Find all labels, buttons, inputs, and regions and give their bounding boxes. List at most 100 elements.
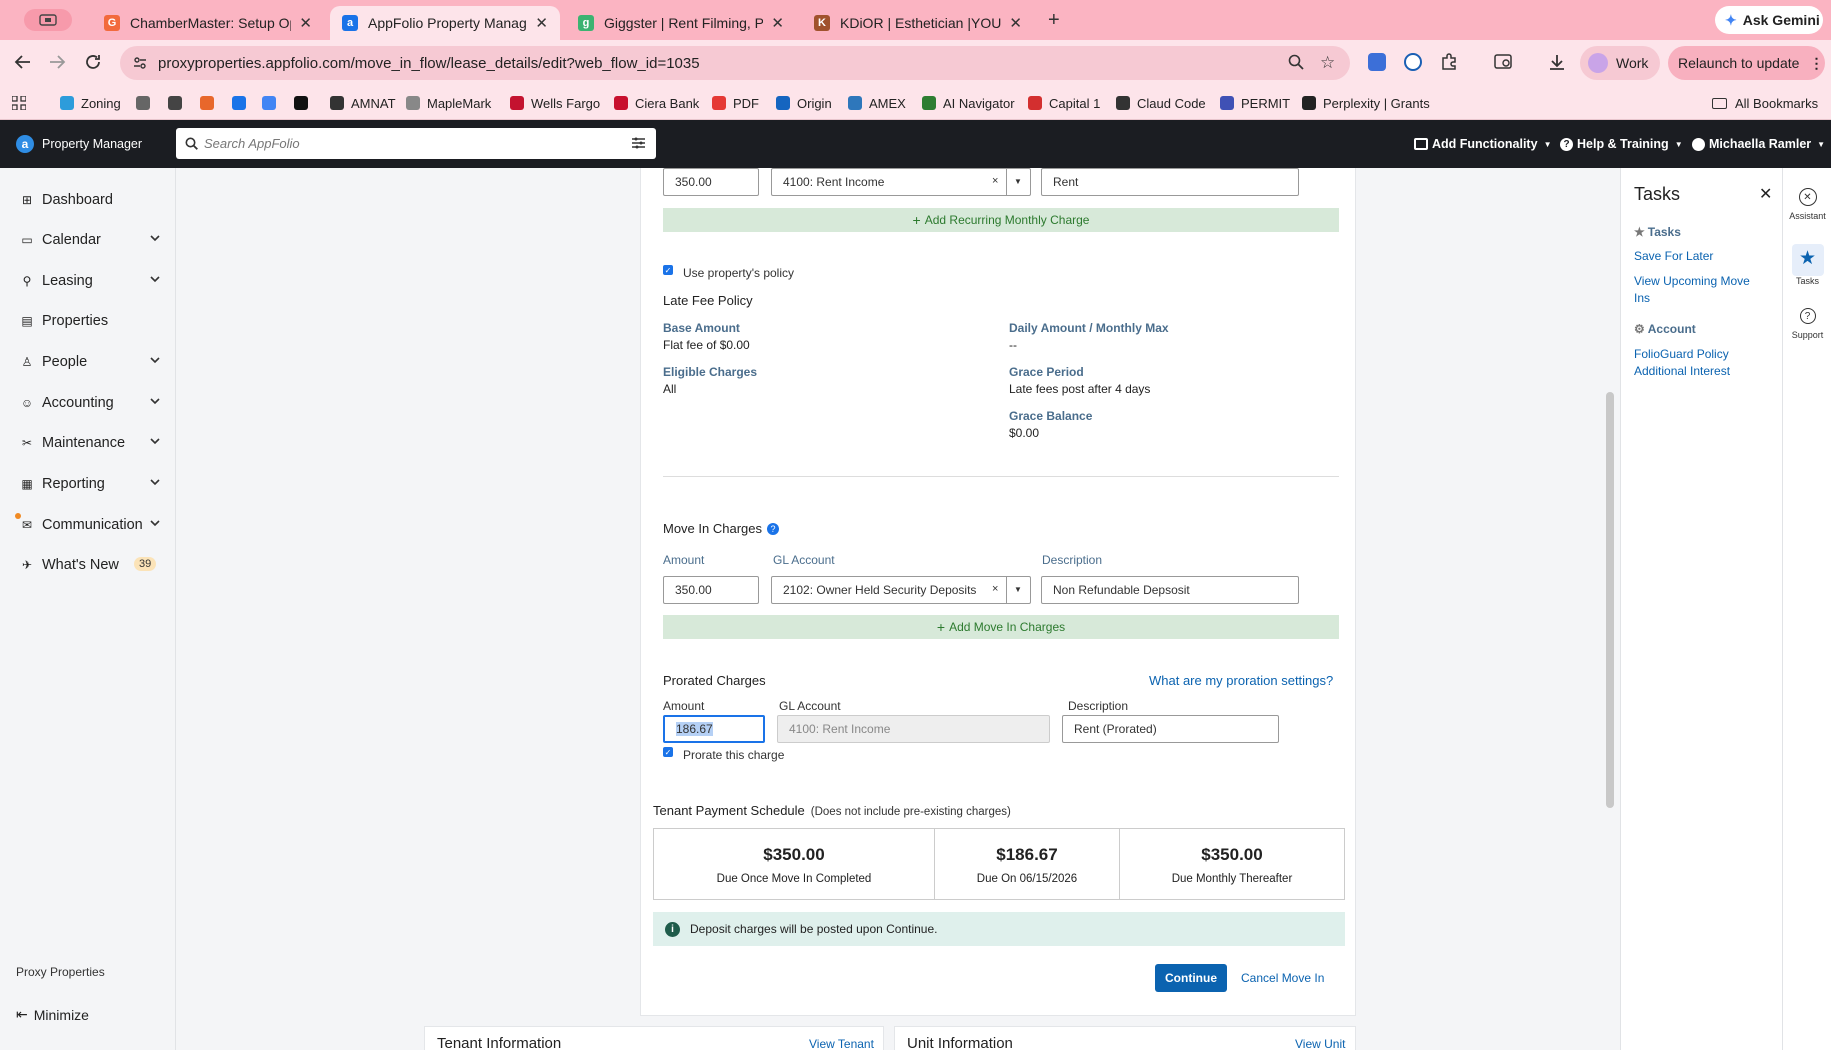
- work-profile-button[interactable]: Work: [1580, 46, 1660, 80]
- tab-search-icon[interactable]: [1494, 53, 1514, 71]
- sidebar-item-reporting[interactable]: ▦ Reporting: [0, 466, 176, 502]
- close-icon[interactable]: ✕: [1009, 14, 1022, 32]
- add-move-in-charge-button[interactable]: + Add Move In Charges: [663, 615, 1339, 639]
- recurring-amount-input[interactable]: 350.00: [663, 168, 759, 196]
- page-scrollbar-thumb[interactable]: [1606, 392, 1614, 808]
- bookmark-item[interactable]: Capital 1: [1028, 86, 1100, 120]
- sidebar-item-dashboard[interactable]: ⊞ Dashboard: [0, 182, 176, 218]
- sidebar-item-communication[interactable]: ✉ Communication: [0, 507, 176, 543]
- bookmark-item[interactable]: Zoning: [60, 86, 121, 120]
- new-tab-plus-icon[interactable]: +: [1048, 9, 1060, 32]
- clear-x-icon[interactable]: ×: [992, 175, 998, 187]
- bookmark-item[interactable]: AI Navigator: [922, 86, 1015, 120]
- bookmark-item[interactable]: [262, 86, 283, 120]
- bookmark-item[interactable]: [232, 86, 253, 120]
- bookmark-item[interactable]: [294, 86, 315, 120]
- caret-down-icon[interactable]: ▼: [1014, 177, 1022, 186]
- ask-gemini-button[interactable]: ✦ Ask Gemini: [1715, 6, 1823, 34]
- prorate-checkbox[interactable]: ✓: [663, 747, 673, 757]
- sidebar-item-properties[interactable]: ▤ Properties: [0, 303, 176, 339]
- close-icon[interactable]: ✕: [771, 14, 784, 32]
- support-button[interactable]: ? Support: [1783, 308, 1831, 340]
- prorated-amount-input[interactable]: 186.67: [663, 715, 765, 743]
- clear-x-icon[interactable]: ×: [992, 583, 998, 595]
- password-manager-icon[interactable]: [1404, 53, 1422, 71]
- extensions-puzzle-icon[interactable]: [1440, 53, 1458, 71]
- recurring-gl-select[interactable]: 4100: Rent Income × ▼: [771, 168, 1031, 196]
- zoom-icon[interactable]: [1288, 54, 1304, 70]
- sidebar-item-people[interactable]: ♙ People: [0, 344, 176, 380]
- extension-icon[interactable]: [1368, 53, 1386, 71]
- close-icon[interactable]: ✕: [299, 14, 312, 32]
- move-in-description-input[interactable]: Non Refundable Depsosit: [1041, 576, 1299, 604]
- tab-appfolio[interactable]: a AppFolio Property Manager ✕: [330, 6, 560, 40]
- close-icon[interactable]: ✕: [1759, 184, 1772, 204]
- chevron-down-icon[interactable]: [150, 398, 160, 405]
- sidebar-item-accounting[interactable]: ☺ Accounting: [0, 385, 176, 421]
- bookmark-item[interactable]: AMNAT: [330, 86, 396, 120]
- bookmark-item[interactable]: Claud Code: [1116, 86, 1206, 120]
- bookmark-item[interactable]: Ciera Bank: [614, 86, 699, 120]
- address-bar[interactable]: proxyproperties.appfolio.com/move_in_flo…: [120, 46, 1350, 80]
- chevron-down-icon[interactable]: [150, 479, 160, 486]
- bookmark-item[interactable]: [136, 86, 157, 120]
- kebab-menu-icon[interactable]: ⋮: [1809, 55, 1823, 72]
- forward-arrow-icon[interactable]: [48, 53, 66, 71]
- bookmark-item[interactable]: MapleMark: [406, 86, 491, 120]
- apps-grid-icon[interactable]: [12, 96, 26, 110]
- sidebar-item-calendar[interactable]: ▭ Calendar: [0, 222, 176, 258]
- view-tenant-link[interactable]: View Tenant: [809, 1037, 874, 1050]
- tab-kdior[interactable]: K KDiOR | Esthetician |YOU DEF ✕: [802, 6, 1034, 40]
- add-recurring-charge-button[interactable]: + Add Recurring Monthly Charge: [663, 208, 1339, 232]
- site-info-icon[interactable]: [132, 55, 148, 71]
- help-circle-icon[interactable]: ?: [767, 522, 779, 535]
- cancel-move-in-link[interactable]: Cancel Move In: [1241, 971, 1324, 985]
- tab-giggster[interactable]: g Giggster | Rent Filming, Photo ✕: [566, 6, 796, 40]
- global-search-input[interactable]: Search AppFolio: [176, 128, 656, 159]
- chevron-down-icon[interactable]: [150, 438, 160, 445]
- bookmark-item[interactable]: AMEX: [848, 86, 906, 120]
- sidebar-item-what-s-new[interactable]: ✈ What's New 39: [0, 547, 176, 583]
- close-icon[interactable]: ✕: [535, 14, 548, 32]
- tab-chambermaster[interactable]: G ChamberMaster: Setup Optio ✕: [92, 6, 324, 40]
- bookmark-item[interactable]: Perplexity | Grants: [1302, 86, 1430, 120]
- save-for-later-link[interactable]: Save For Later: [1634, 249, 1713, 263]
- prorated-description-input[interactable]: Rent (Prorated): [1062, 715, 1279, 743]
- bookmark-item[interactable]: [168, 86, 189, 120]
- sidebar-item-maintenance[interactable]: ✂ Maintenance: [0, 425, 176, 461]
- minimize-button[interactable]: ⇤ Minimize: [16, 1006, 89, 1023]
- view-unit-link[interactable]: View Unit: [1295, 1037, 1345, 1050]
- bookmark-item[interactable]: Origin: [776, 86, 832, 120]
- proration-settings-link[interactable]: What are my proration settings?: [1149, 673, 1333, 688]
- tasks-rail-button[interactable]: ★ Tasks: [1783, 248, 1831, 286]
- recurring-description-input[interactable]: Rent: [1041, 168, 1299, 196]
- bookmark-item[interactable]: Wells Fargo: [510, 86, 600, 120]
- caret-down-icon[interactable]: ▼: [1014, 585, 1022, 594]
- add-functionality-menu[interactable]: Add Functionality ▼: [1414, 120, 1551, 168]
- move-in-gl-select[interactable]: 2102: Owner Held Security Deposits × ▼: [771, 576, 1031, 604]
- back-arrow-icon[interactable]: [14, 53, 32, 71]
- profile-switcher[interactable]: [24, 9, 72, 31]
- bookmark-item[interactable]: [200, 86, 221, 120]
- reload-icon[interactable]: [84, 53, 102, 71]
- chevron-down-icon[interactable]: [150, 357, 160, 364]
- continue-button[interactable]: Continue: [1155, 964, 1227, 992]
- view-upcoming-move-ins-link[interactable]: View Upcoming Move Ins: [1634, 273, 1764, 307]
- all-bookmarks-folder[interactable]: All Bookmarks: [1712, 86, 1818, 120]
- search-filter-icon[interactable]: [632, 137, 645, 149]
- help-training-menu[interactable]: ? Help & Training ▼: [1560, 120, 1683, 168]
- download-icon[interactable]: [1548, 53, 1566, 71]
- appfolio-logo-icon[interactable]: a: [16, 135, 34, 153]
- user-menu[interactable]: Michaella Ramler ▼: [1692, 120, 1825, 168]
- sidebar-item-leasing[interactable]: ⚲ Leasing: [0, 263, 176, 299]
- app-logo-text[interactable]: Property Manager: [42, 137, 142, 151]
- relaunch-button[interactable]: Relaunch to update ⋮: [1668, 46, 1825, 80]
- assistant-button[interactable]: ✕ Assistant: [1783, 188, 1831, 221]
- bookmark-item[interactable]: PERMIT: [1220, 86, 1290, 120]
- bookmark-star-icon[interactable]: ☆: [1320, 53, 1335, 73]
- chevron-down-icon[interactable]: [150, 520, 160, 527]
- move-in-amount-input[interactable]: 350.00: [663, 576, 759, 604]
- bookmark-item[interactable]: PDF: [712, 86, 759, 120]
- use-policy-checkbox[interactable]: ✓: [663, 265, 673, 275]
- folioguard-policy-link[interactable]: FolioGuard Policy Additional Interest: [1634, 346, 1744, 380]
